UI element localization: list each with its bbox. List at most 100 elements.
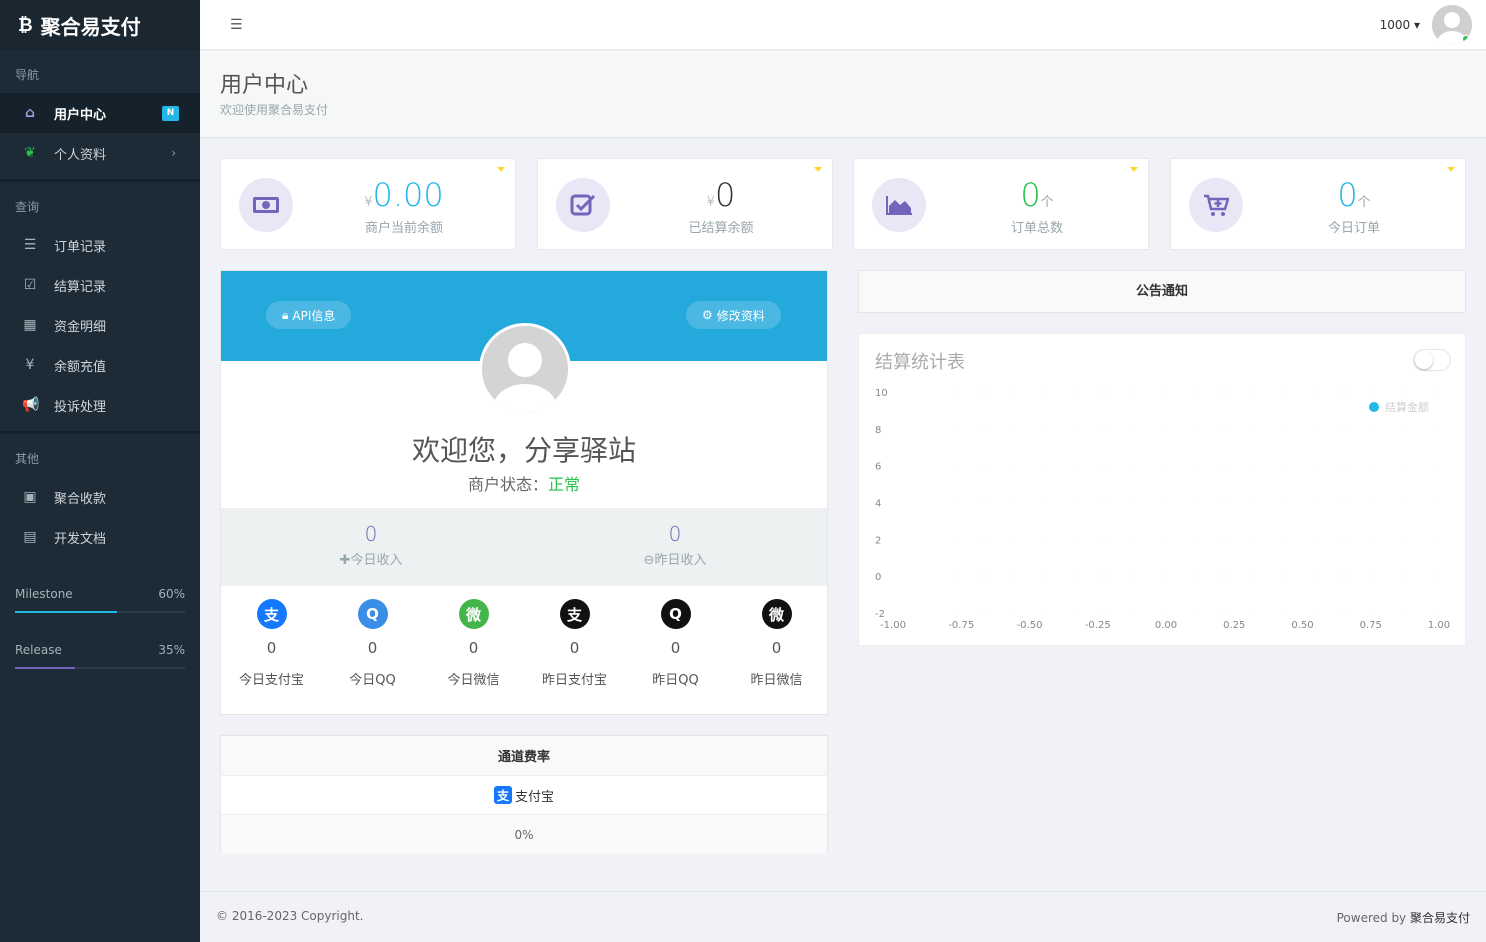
- profile-avatar: [479, 323, 571, 415]
- status-value: 正常: [548, 475, 581, 494]
- brand[interactable]: ₿ 聚合易支付: [0, 0, 200, 50]
- lock-icon: 🔒︎: [282, 307, 289, 322]
- pay-label: 昨日QQ: [652, 673, 699, 688]
- sidebar-item-label: 订单记录: [54, 239, 107, 255]
- caret-down-icon[interactable]: [497, 167, 505, 172]
- api-info-label: API信息: [292, 308, 336, 323]
- query-section-title: 查询: [15, 200, 40, 214]
- income-label: 昨日收入: [654, 553, 707, 568]
- channel-rates-table: 通道费率 支 支付宝 0%: [220, 735, 828, 854]
- stat-unit: 个: [1040, 195, 1054, 210]
- pay-stat: 支 0 昨日支付宝: [524, 599, 625, 688]
- y-tick-label: 8: [875, 425, 881, 436]
- page-title: 用户中心: [220, 73, 309, 98]
- pay-value: 0: [266, 639, 277, 657]
- progress-track: [15, 611, 185, 613]
- pay-value: 0: [367, 639, 378, 657]
- income-value: 0: [668, 522, 682, 546]
- settlement-chart-card: 结算统计表 10 8 6 4 2 0 -2 -1.00 -0.75 -0.50 -0.25 0.00 0…: [858, 333, 1466, 646]
- alipay-icon: 支: [256, 599, 287, 629]
- pay-stat: 微 0 今日微信: [423, 599, 524, 688]
- powered-prefix: Powered by: [1336, 911, 1410, 925]
- cart-plus-icon: [1189, 178, 1243, 232]
- stat-card-orders-total: 0个 订单总数: [853, 158, 1149, 250]
- powered-name: 聚合易支付: [1409, 911, 1470, 925]
- money-icon: [239, 178, 293, 232]
- sidebar-item-label: 聚合收款: [54, 491, 107, 507]
- y-tick-label: -2: [875, 609, 885, 620]
- bitcoin-icon: ₿: [18, 14, 33, 36]
- copyright: © 2016-2023 Copyright.: [216, 909, 364, 923]
- legend-swatch: [1369, 402, 1379, 412]
- sidebar-item-funds[interactable]: ▦ 资金明细: [0, 305, 200, 345]
- gear-icon: ⚙: [702, 308, 713, 322]
- menu-toggle-icon[interactable]: ☰: [230, 17, 243, 33]
- area-chart-icon: [872, 178, 926, 232]
- sidebar-item-complaints[interactable]: 📢 投诉处理: [0, 385, 200, 425]
- income-summary: 0 ✚今日收入 0 ⊖昨日收入: [221, 508, 827, 586]
- alipay-icon: 支: [559, 599, 590, 629]
- income-label: 今日收入: [350, 553, 403, 568]
- stat-value: 0: [1337, 176, 1358, 214]
- qq-icon: Q: [357, 599, 388, 629]
- pay-stat: Q 0 昨日QQ: [625, 599, 726, 688]
- user-id: 1000: [1379, 18, 1411, 32]
- qrcode-icon: ▣: [23, 489, 37, 505]
- user-menu[interactable]: 1000 ▾: [1380, 18, 1420, 32]
- avatar[interactable]: [1432, 5, 1472, 45]
- pay-label: 今日QQ: [349, 673, 396, 688]
- bullhorn-icon: 📢: [22, 397, 40, 413]
- stat-card-orders-today: 0个 今日订单: [1170, 158, 1466, 250]
- notice-header[interactable]: 公告通知: [858, 270, 1466, 313]
- stat-label: 订单总数: [1010, 221, 1063, 236]
- progress-fill: [15, 611, 117, 613]
- sidebar-item-label: 投诉处理: [54, 399, 107, 415]
- x-tick-label: 0.00: [1155, 620, 1177, 631]
- income-value: 0: [364, 522, 378, 546]
- pay-stat: 微 0 昨日微信: [726, 599, 827, 688]
- qq-icon: Q: [660, 599, 691, 629]
- chevron-right-icon: ›: [171, 146, 176, 160]
- sidebar-item-user-center[interactable]: ⌂ 用户中心 N: [0, 93, 200, 133]
- y-tick-label: 0: [875, 572, 881, 583]
- pay-value: 0: [569, 639, 580, 657]
- other-section-title: 其他: [15, 452, 40, 466]
- x-tick-label: 0.50: [1291, 620, 1313, 631]
- sidebar-item-orders[interactable]: ☰ 订单记录: [0, 225, 200, 265]
- sidebar-item-docs[interactable]: ▤ 开发文档: [0, 517, 200, 557]
- pay-value: 0: [670, 639, 681, 657]
- y-tick-label: 2: [875, 535, 881, 546]
- merchant-status: 商户状态：正常: [221, 471, 827, 495]
- sidebar-item-profile[interactable]: ❦ 个人资料 ›: [0, 133, 200, 173]
- online-indicator: [1462, 35, 1470, 43]
- x-tick-label: 1.00: [1428, 620, 1450, 631]
- sidebar-item-label: 资金明细: [54, 319, 107, 335]
- page-header: 用户中心 欢迎使用聚合易支付: [200, 51, 1486, 138]
- plus-circle-icon: ✚: [339, 553, 351, 568]
- y-tick-label: 10: [875, 388, 888, 399]
- powered-by: Powered by 聚合易支付: [1337, 909, 1470, 926]
- wechat-icon: 微: [761, 599, 792, 629]
- pay-label: 今日支付宝: [238, 673, 304, 688]
- sidebar-item-recharge[interactable]: ¥ 余额充值: [0, 345, 200, 385]
- pay-stat: Q 0 今日QQ: [322, 599, 423, 688]
- api-info-button[interactable]: 🔒︎ API信息: [266, 301, 352, 329]
- payment-stats: 支 0 今日支付宝 Q 0 今日QQ 微 0 今日微信 支 0 昨日支付宝 Q …: [221, 599, 827, 688]
- book-icon: ▤: [23, 529, 37, 545]
- x-tick-label: -1.00: [880, 620, 906, 631]
- caret-down-icon[interactable]: [1447, 167, 1455, 172]
- sidebar-item-aggregate[interactable]: ▣ 聚合收款: [0, 477, 200, 517]
- sidebar-item-settlements[interactable]: ☑ 结算记录: [0, 265, 200, 305]
- progress-label: Milestone: [15, 587, 73, 601]
- caret-down-icon[interactable]: [1130, 167, 1138, 172]
- currency-symbol: ¥: [364, 195, 373, 210]
- progress-label: Release: [15, 643, 62, 657]
- sidebar-item-label: 结算记录: [54, 279, 107, 295]
- stat-card-balance: ¥0.00 商户当前余额: [220, 158, 516, 250]
- channel-name: 支付宝: [514, 789, 554, 805]
- footer: © 2016-2023 Copyright. Powered by 聚合易支付: [200, 891, 1486, 942]
- edit-profile-button[interactable]: ⚙ 修改资料: [686, 301, 781, 329]
- caret-down-icon[interactable]: [814, 167, 822, 172]
- sidebar-item-label: 用户中心: [54, 107, 107, 123]
- stat-label: 已结算余额: [688, 221, 754, 236]
